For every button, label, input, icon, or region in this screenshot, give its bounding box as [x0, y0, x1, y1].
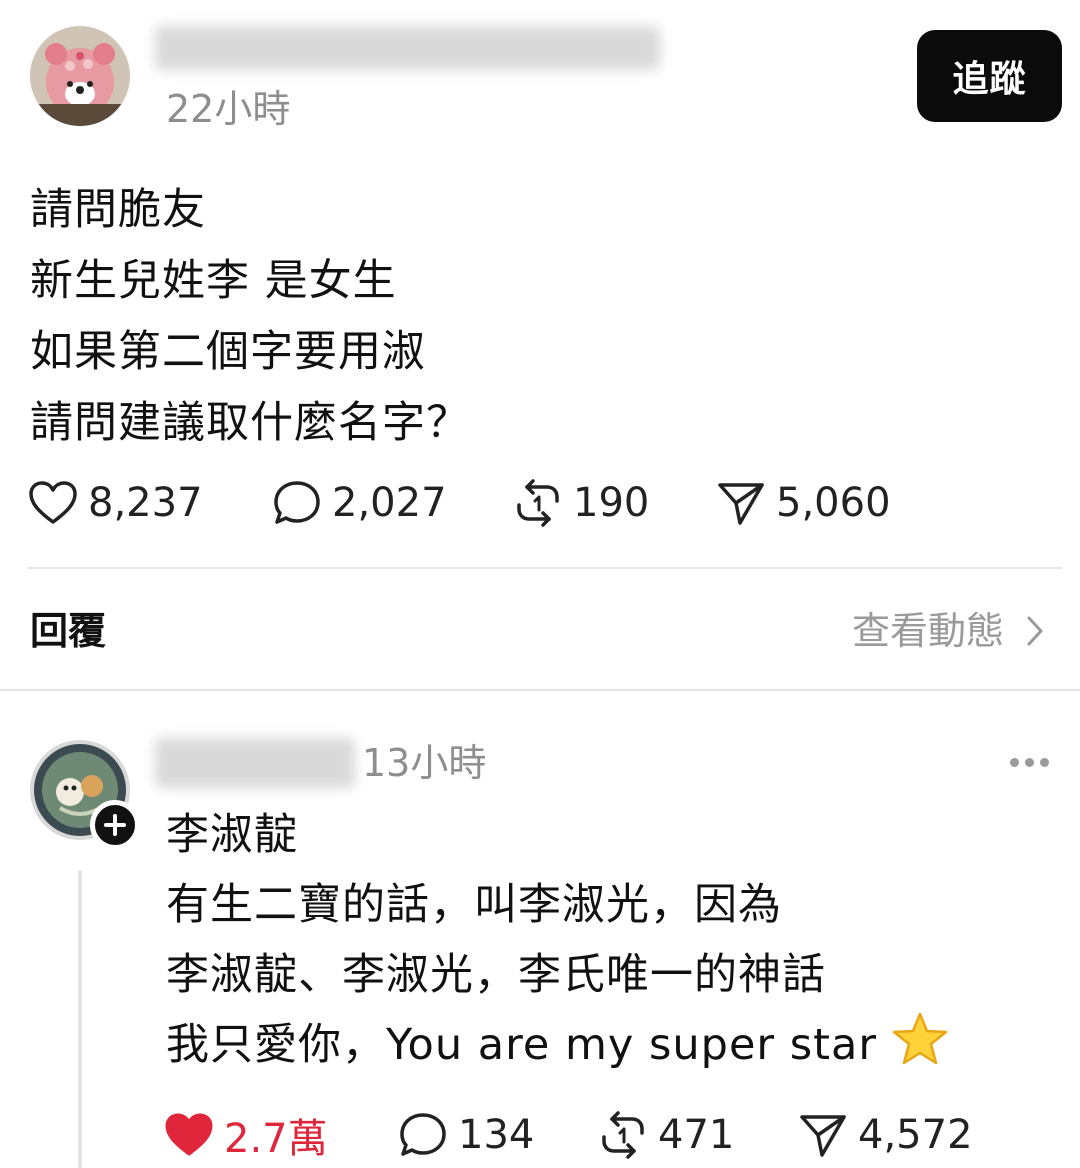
post-text-line: 如果第二個字要用淑: [30, 327, 426, 377]
post-text-line: 請問脆友: [30, 185, 206, 235]
reply-time: 13小時: [362, 741, 487, 785]
divider: [28, 567, 1062, 569]
heart-filled-icon: [165, 1113, 213, 1156]
repost-icon: [602, 1111, 644, 1159]
follow-plus-badge[interactable]: [90, 800, 140, 850]
heart-icon: [29, 481, 77, 524]
reply-text-line: 李淑靛: [166, 810, 298, 860]
post-repost-button[interactable]: 190: [513, 473, 649, 533]
replies-heading: 回覆: [30, 609, 107, 653]
post-time: 22小時: [166, 87, 291, 131]
more-dot: [1025, 757, 1034, 767]
pink-bear-avatar-icon: [30, 26, 130, 126]
star-emoji-icon: [892, 1012, 948, 1065]
reply-repost-button[interactable]: 471: [598, 1105, 734, 1165]
view-activity-link[interactable]: 查看動態: [852, 606, 1044, 656]
post-author-avatar[interactable]: [30, 26, 130, 126]
comment-bubble-icon: [400, 1113, 446, 1156]
thread-connector-line: [78, 870, 82, 1168]
reply-text-line: 有生二寶的話，叫李淑光，因為: [166, 880, 782, 930]
reply-comment-button[interactable]: 134: [398, 1105, 534, 1165]
post-text-line: 請問建議取什麼名字？: [30, 398, 470, 448]
reply-like-button[interactable]: 2.7萬: [164, 1105, 328, 1165]
reply-comment-count: 134: [458, 1112, 535, 1158]
reply-like-count: 2.7萬: [224, 1116, 328, 1162]
post-comment-count: 2,027: [332, 480, 447, 526]
send-icon: [800, 1115, 846, 1157]
reply-repost-count: 471: [658, 1112, 735, 1158]
repost-icon: [517, 479, 559, 527]
post-like-count: 8,237: [88, 480, 203, 526]
post-like-button[interactable]: 8,237: [28, 473, 203, 533]
view-activity-label: 查看動態: [851, 609, 1004, 653]
more-dot: [1010, 757, 1019, 767]
send-icon: [718, 483, 764, 525]
follow-button[interactable]: 追蹤: [917, 30, 1062, 122]
post-text-line: 新生兒姓李 是女生: [30, 256, 397, 306]
post-share-button[interactable]: 5,060: [716, 473, 891, 533]
post-comment-button[interactable]: 2,027: [272, 473, 447, 533]
post-body: 請問脆友 新生兒姓李 是女生 如果第二個字要用淑 請問建議取什麼名字？: [30, 175, 470, 459]
chevron-right-icon: [1027, 616, 1043, 646]
reply-share-button[interactable]: 4,572: [798, 1105, 973, 1165]
plus-icon: [104, 814, 126, 836]
reply-text-line: 李淑靛、李淑光，李氏唯一的神話: [166, 950, 826, 1000]
more-dot: [1040, 757, 1049, 767]
post-repost-count: 190: [573, 480, 650, 526]
reply-share-count: 4,572: [858, 1112, 973, 1158]
post-author-name-blurred[interactable]: [155, 26, 660, 70]
reply-author-name-blurred[interactable]: [155, 738, 355, 788]
more-options-icon[interactable]: [1010, 752, 1052, 772]
reply-text-line-last: 我只愛你，You are my super star: [166, 1010, 949, 1080]
reply-text-line: 我只愛你，You are my super star: [166, 1020, 878, 1070]
comment-bubble-icon: [274, 481, 320, 524]
section-divider: [0, 689, 1080, 691]
post-share-count: 5,060: [776, 480, 891, 526]
reply-body: 李淑靛 有生二寶的話，叫李淑光，因為 李淑靛、李淑光，李氏唯一的神話 我只愛你，…: [166, 800, 949, 1080]
